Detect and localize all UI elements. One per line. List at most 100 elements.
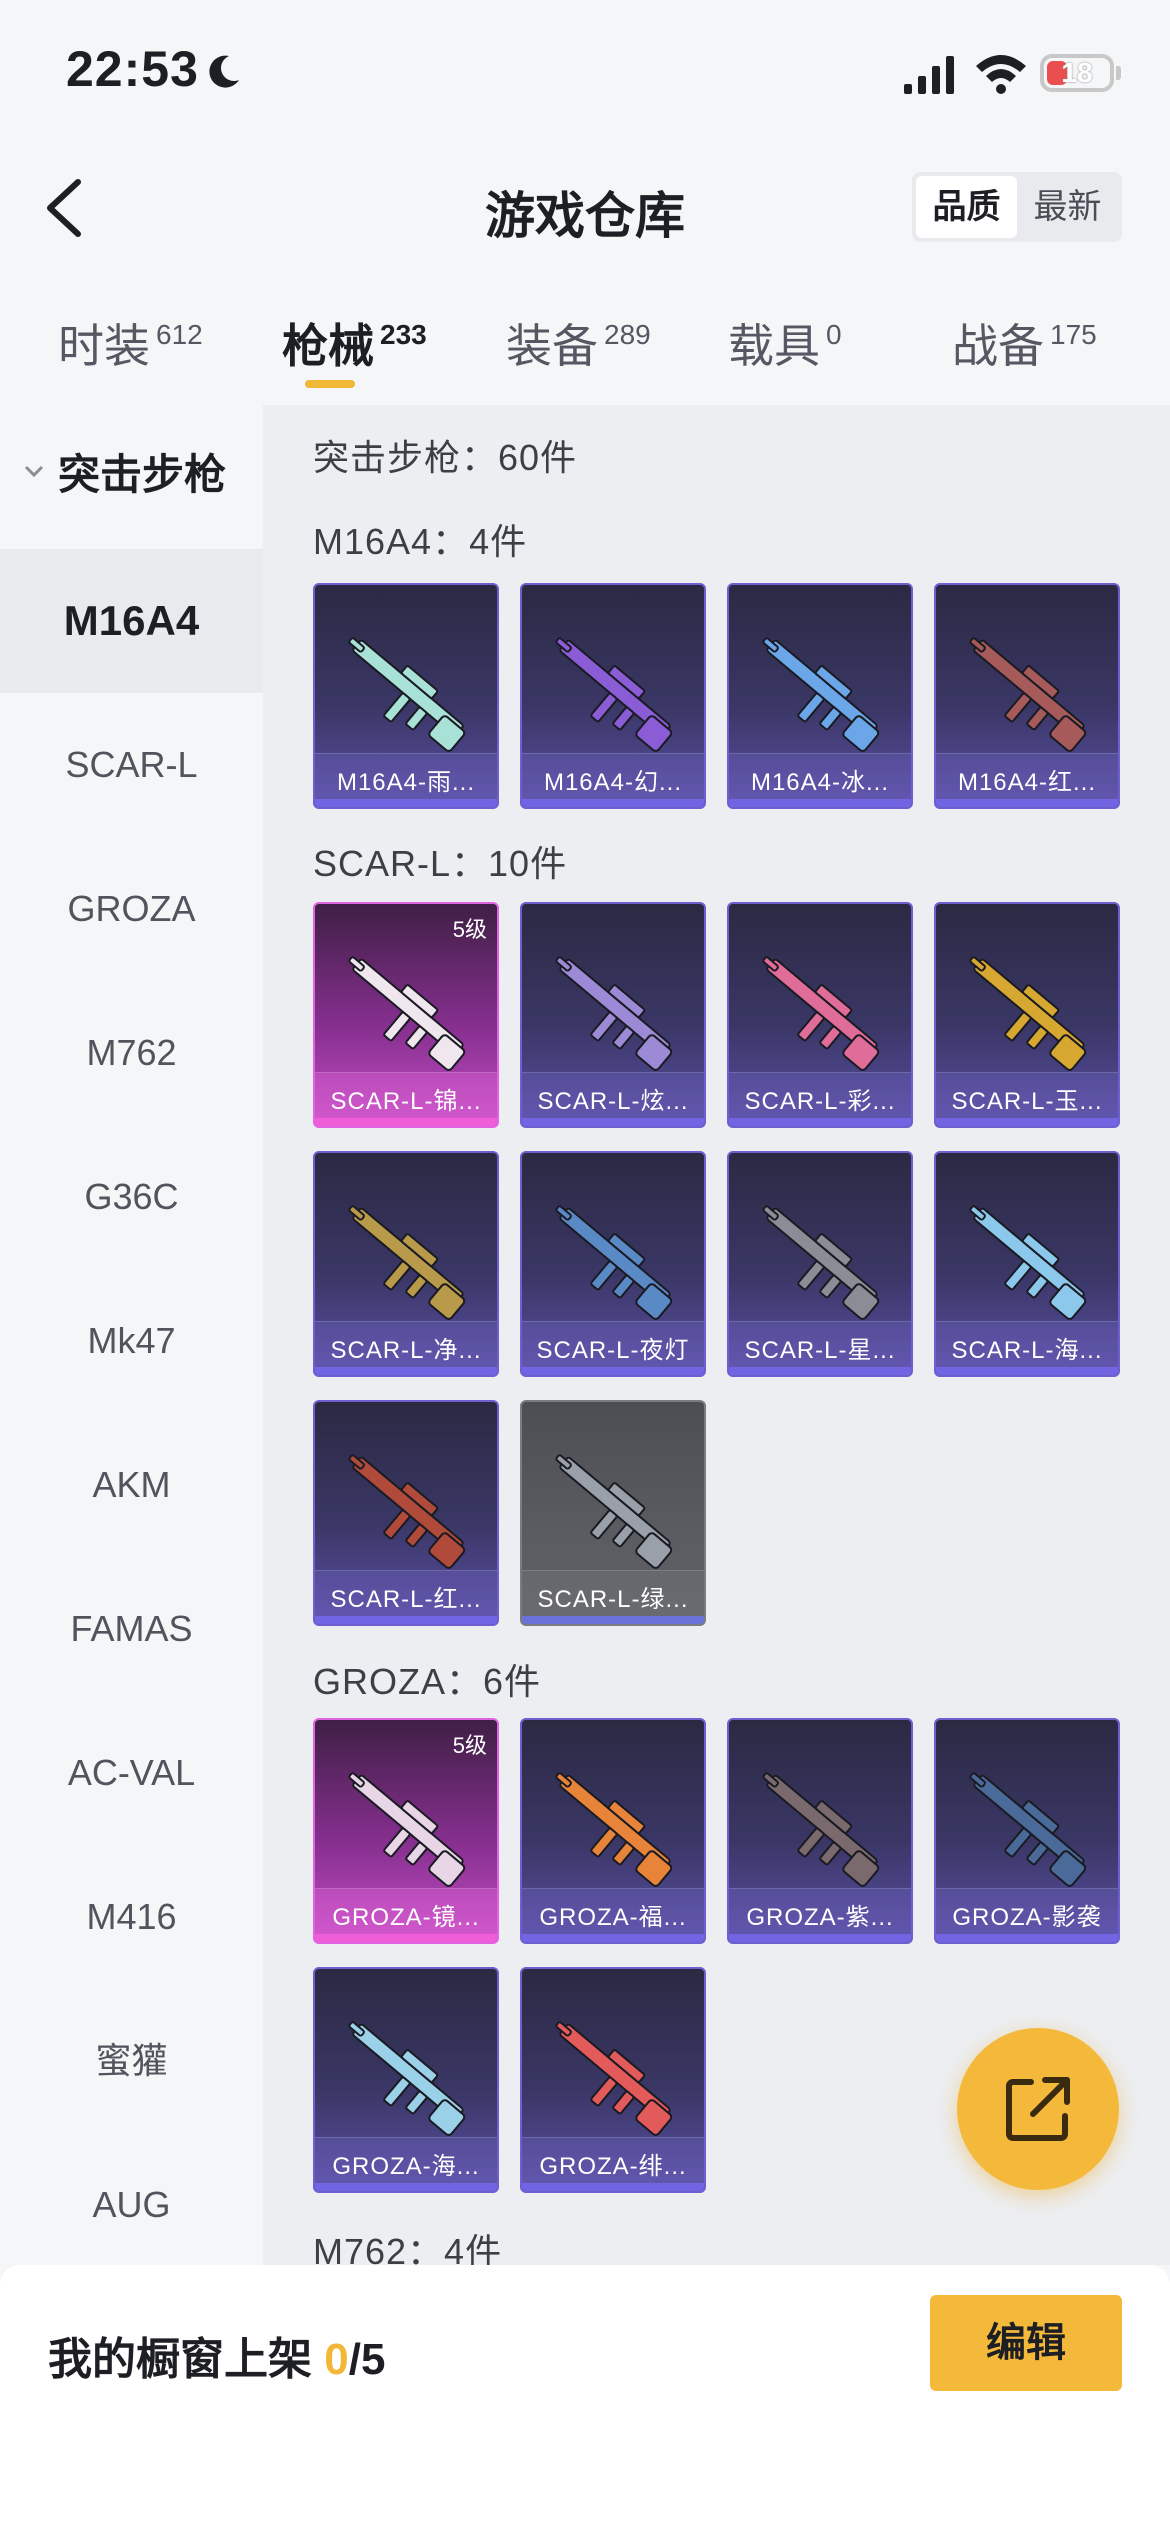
weapon-card[interactable]: 5级 SCAR-L-锦...	[313, 902, 499, 1128]
weapon-card[interactable]: SCAR-L-彩...	[727, 902, 913, 1128]
weapon-card[interactable]: 5级 GROZA-镜...	[313, 1718, 499, 1944]
sidebar-item-m762[interactable]: M762	[0, 981, 263, 1125]
chevron-down-icon	[24, 465, 44, 478]
weapon-skin-image	[969, 1205, 1087, 1320]
weapon-card-label: SCAR-L-炫...	[537, 1088, 689, 1115]
battery-level: 18	[1061, 57, 1093, 88]
weapon-card-label: SCAR-L-净...	[330, 1337, 482, 1364]
card-level-badge: 5级	[452, 917, 487, 942]
weapon-card[interactable]: SCAR-L-星...	[727, 1151, 913, 1377]
category-count-header: 突击步枪：60件	[313, 437, 578, 478]
weapon-skin-image	[555, 956, 673, 1071]
share-export-icon	[1006, 2077, 1070, 2141]
weapon-card-label: GROZA-福...	[539, 1904, 687, 1931]
sort-newest-button[interactable]: 最新	[1017, 176, 1118, 238]
status-time: 22:53	[66, 41, 199, 97]
share-button[interactable]	[957, 2028, 1119, 2190]
weapon-card[interactable]: SCAR-L-玉...	[934, 902, 1120, 1128]
weapon-card[interactable]: SCAR-L-绿...	[520, 1400, 706, 1626]
weapon-skin-image	[555, 2021, 673, 2136]
showcase-status: 我的橱窗上架 0/5	[48, 2335, 386, 2384]
weapon-card-label: SCAR-L-海...	[951, 1337, 1103, 1364]
sidebar-item-scar-l[interactable]: SCAR-L	[0, 693, 263, 837]
weapon-card-label: GROZA-镜...	[332, 1904, 480, 1931]
weapon-card[interactable]: M16A4-冰...	[727, 583, 913, 809]
card-level-badge: 5级	[452, 1733, 487, 1758]
bottom-bar: 我的橱窗上架 0/5 编辑	[0, 2265, 1170, 2532]
sidebar: 突击步枪 M16A4 SCAR-L GROZA M762 G36C Mk47 A…	[0, 405, 263, 2265]
weapon-card[interactable]: M16A4-红...	[934, 583, 1120, 809]
weapon-skin-image	[348, 2021, 466, 2136]
weapon-card-label: SCAR-L-夜灯	[536, 1337, 690, 1364]
sidebar-item-g36c[interactable]: G36C	[0, 1125, 263, 1269]
weapon-skin-image	[969, 637, 1087, 752]
wifi-icon	[976, 55, 1026, 94]
weapon-card[interactable]: SCAR-L-炫...	[520, 902, 706, 1128]
weapon-card-label: SCAR-L-红...	[330, 1586, 482, 1613]
active-tab-indicator	[305, 380, 355, 388]
weapon-card-label: M16A4-雨...	[336, 769, 476, 796]
weapon-skin-image	[555, 1205, 673, 1320]
edit-button[interactable]: 编辑	[930, 2295, 1122, 2391]
weapon-card[interactable]: M16A4-幻...	[520, 583, 706, 809]
section-header-m16a4: M16A4：4件	[313, 521, 528, 562]
weapon-skin-image	[555, 637, 673, 752]
weapon-skin-image	[348, 1205, 466, 1320]
sort-quality-button[interactable]: 品质	[916, 176, 1017, 238]
sidebar-group-assault-rifles[interactable]: 突击步枪	[22, 441, 226, 502]
sidebar-item-famas[interactable]: FAMAS	[0, 1557, 263, 1701]
weapon-card-label: GROZA-紫...	[746, 1904, 894, 1931]
section-header-groza: GROZA：6件	[313, 1661, 542, 1702]
weapon-skin-image	[555, 1454, 673, 1569]
sidebar-item-mk47[interactable]: Mk47	[0, 1269, 263, 1413]
weapon-card[interactable]: GROZA-海...	[313, 1967, 499, 2193]
weapon-card-label: M16A4-冰...	[750, 769, 890, 796]
battery-icon: 18	[1040, 54, 1114, 92]
tab-fashion[interactable]: 时装 612	[58, 310, 203, 376]
weapon-card-label: GROZA-绯...	[539, 2153, 687, 2180]
weapon-card[interactable]: SCAR-L-海...	[934, 1151, 1120, 1377]
sidebar-item-akm[interactable]: AKM	[0, 1413, 263, 1557]
weapon-skin-image	[555, 1772, 673, 1887]
weapon-card[interactable]: SCAR-L-红...	[313, 1400, 499, 1626]
weapon-skin-image	[348, 637, 466, 752]
weapon-card-label: GROZA-影袭	[952, 1904, 1102, 1931]
weapon-card-label: SCAR-L-彩...	[744, 1088, 896, 1115]
status-bar: 22:53 18	[0, 0, 1170, 140]
battery-cap	[1116, 66, 1121, 80]
sort-toggle[interactable]: 品质 最新	[912, 172, 1122, 242]
tab-equipment[interactable]: 装备 289	[506, 310, 651, 376]
tab-firearms[interactable]: 枪械 233	[282, 310, 427, 376]
weapon-card[interactable]: SCAR-L-夜灯	[520, 1151, 706, 1377]
sidebar-item-m16a4[interactable]: M16A4	[0, 549, 263, 693]
weapon-card[interactable]: SCAR-L-净...	[313, 1151, 499, 1377]
weapon-skin-image	[348, 1454, 466, 1569]
weapon-card-label: SCAR-L-锦...	[330, 1088, 482, 1115]
sidebar-item-ac-val[interactable]: AC-VAL	[0, 1701, 263, 1845]
weapon-card[interactable]: GROZA-福...	[520, 1718, 706, 1944]
weapon-skin-image	[348, 956, 466, 1071]
sidebar-item-aug[interactable]: AUG	[0, 2133, 263, 2277]
category-tabs: 时装 612 枪械 233 装备 289 载具 0 战备 175	[0, 300, 1170, 400]
weapon-card[interactable]: GROZA-绯...	[520, 1967, 706, 2193]
tab-battle-supplies[interactable]: 战备 175	[952, 310, 1097, 376]
weapon-card[interactable]: GROZA-影袭	[934, 1718, 1120, 1944]
weapon-skin-image	[762, 1772, 880, 1887]
sidebar-item-groza[interactable]: GROZA	[0, 837, 263, 981]
weapon-skin-image	[969, 1772, 1087, 1887]
section-header-scar-l: SCAR-L：10件	[313, 843, 568, 884]
weapon-card[interactable]: M16A4-雨...	[313, 583, 499, 809]
tab-vehicles[interactable]: 载具 0	[728, 310, 842, 376]
sidebar-item-m416[interactable]: M416	[0, 1845, 263, 1989]
weapon-card-label: SCAR-L-星...	[744, 1337, 896, 1364]
weapon-skin-image	[348, 1772, 466, 1887]
weapon-card-label: SCAR-L-玉...	[951, 1088, 1103, 1115]
cellular-signal-icon	[904, 56, 954, 94]
sidebar-item-honey-badger[interactable]: 蜜獾	[0, 1989, 263, 2133]
moon-icon	[209, 55, 239, 88]
section-header-m762: M762：4件	[313, 2231, 503, 2265]
showcase-current-count: 0	[324, 2335, 349, 2384]
weapon-card-label: M16A4-红...	[957, 769, 1097, 796]
weapon-card[interactable]: GROZA-紫...	[727, 1718, 913, 1944]
weapon-card-label: SCAR-L-绿...	[537, 1586, 689, 1613]
